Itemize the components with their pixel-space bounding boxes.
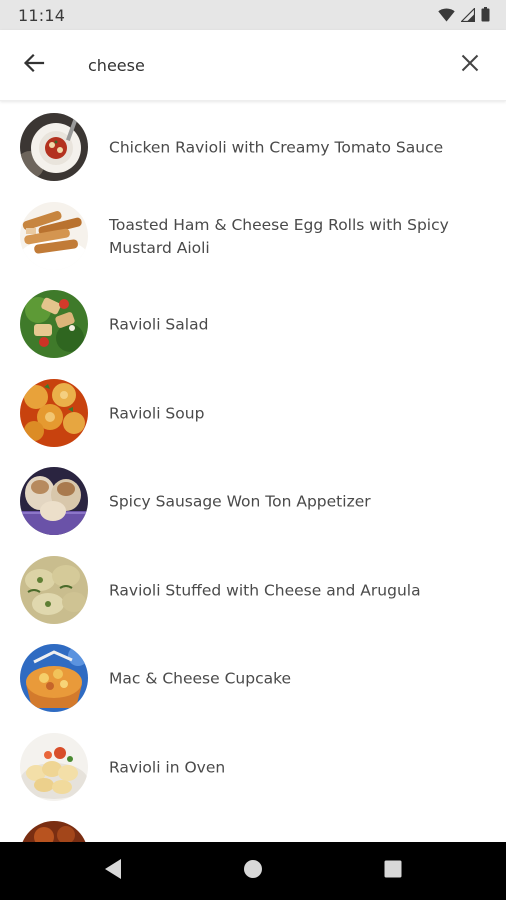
result-title: Ravioli Salad — [109, 315, 209, 334]
result-item[interactable]: Ravioli Soup — [0, 370, 506, 459]
recipe-thumbnail — [20, 555, 88, 624]
recipe-thumbnail — [20, 467, 88, 535]
close-icon — [461, 54, 479, 77]
nav-home-button[interactable] — [238, 856, 268, 886]
nav-recents-button[interactable] — [378, 856, 408, 886]
system-navigation-bar — [0, 842, 506, 900]
clear-search-button[interactable] — [454, 49, 486, 81]
status-icons — [438, 6, 490, 27]
back-button[interactable] — [18, 49, 50, 81]
search-input[interactable] — [88, 51, 428, 79]
result-title: Ravioli Soup — [109, 404, 205, 423]
result-item[interactable]: Ravioli in Oven — [0, 724, 506, 813]
recipe-thumbnail — [20, 378, 88, 447]
result-item[interactable]: Chicken Ravioli with Creamy Tomato Sauce — [0, 104, 506, 193]
back-triangle-icon — [103, 858, 123, 885]
result-title: Chicken Ravioli with Creamy Tomato Sauce — [109, 138, 444, 157]
arrow-left-icon — [23, 52, 45, 79]
recipe-thumbnail — [20, 290, 88, 358]
result-title: Mac & Cheese Cupcake — [109, 669, 292, 688]
search-toolbar — [0, 30, 506, 101]
recipe-thumbnail — [20, 201, 88, 270]
battery-icon — [481, 7, 490, 27]
recipe-thumbnail — [20, 732, 88, 801]
result-title: Ravioli in Oven — [109, 758, 226, 777]
result-title: Toasted Ham & Cheese Egg Rolls with Spic… — [109, 215, 449, 257]
recents-square-icon — [384, 860, 402, 883]
status-bar: 11:14 — [0, 0, 506, 30]
signal-icon — [460, 6, 476, 27]
result-item[interactable]: Spicy Sausage Won Ton Appetizer — [0, 458, 506, 547]
wifi-icon — [438, 8, 455, 27]
result-title: Ravioli Stuffed with Cheese and Arugula — [109, 581, 421, 600]
status-time: 11:14 — [18, 6, 66, 25]
home-circle-icon — [243, 859, 263, 884]
recipe-thumbnail — [20, 644, 88, 712]
search-results-list: Chicken Ravioli with Creamy Tomato Sauce… — [0, 104, 506, 842]
result-item[interactable]: Mac & Cheese Cupcake — [0, 635, 506, 724]
result-title: Spicy Sausage Won Ton Appetizer — [109, 492, 371, 511]
nav-back-button[interactable] — [98, 856, 128, 886]
result-item[interactable]: Toasted Ham & Cheese Egg Rolls with Spic… — [0, 193, 506, 282]
result-item[interactable]: Ravioli Stuffed with Cheese and Arugula — [0, 547, 506, 636]
recipe-thumbnail — [20, 113, 88, 181]
result-item[interactable]: Ravioli Salad — [0, 281, 506, 370]
recipe-thumbnail — [20, 821, 88, 842]
result-item[interactable] — [0, 812, 506, 842]
